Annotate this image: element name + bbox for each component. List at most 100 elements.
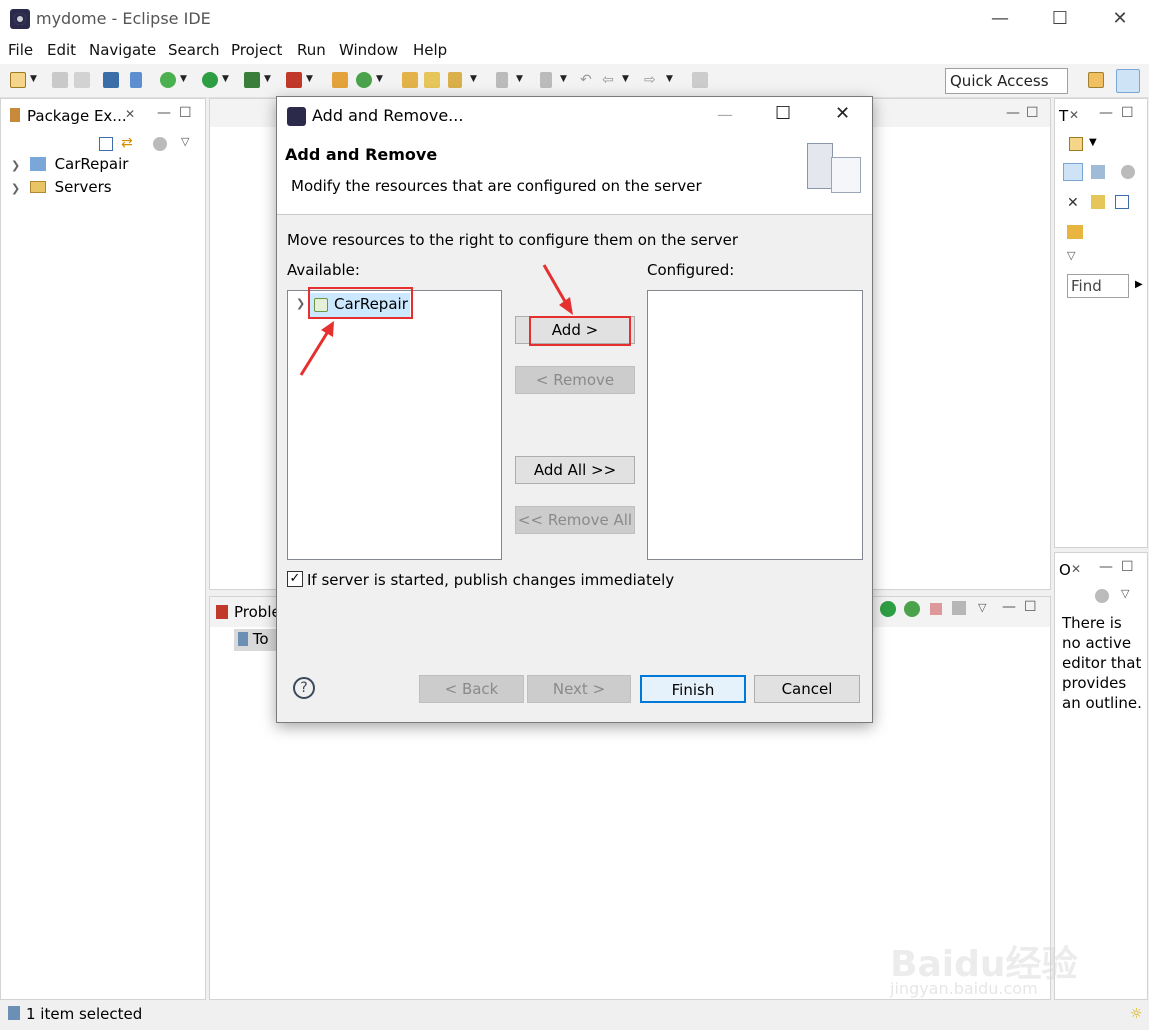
collapse-icon[interactable]: ✕ [1067, 195, 1079, 211]
run-icon[interactable] [202, 72, 218, 88]
arrow-line [542, 264, 569, 306]
maximize-view-icon[interactable]: ☐ [1026, 105, 1039, 121]
tree-item-servers[interactable]: ❯ Servers [11, 178, 112, 200]
menu-edit[interactable]: Edit [47, 41, 76, 59]
debug-icon[interactable] [160, 72, 176, 88]
new-class-icon[interactable] [356, 72, 372, 88]
minimize-view-icon[interactable]: — [1099, 559, 1113, 575]
last-edit-icon[interactable]: ↶ [580, 72, 596, 88]
collapse-all-icon[interactable] [99, 137, 113, 151]
view-menu-icon[interactable]: ▽ [978, 601, 986, 614]
minimize-view-icon[interactable]: — [1099, 105, 1113, 121]
find-menu-icon[interactable]: ▶ [1135, 279, 1143, 290]
close-button[interactable]: ✕ [1100, 4, 1140, 34]
debug-server-icon[interactable] [904, 601, 920, 617]
connect-mylyn-icon[interactable] [1067, 225, 1083, 239]
quick-access-input[interactable]: Quick Access [945, 68, 1068, 94]
new-icon[interactable] [10, 72, 26, 88]
stop-server-icon[interactable] [930, 603, 942, 615]
back-button[interactable]: < Back [419, 675, 524, 703]
filter-icon[interactable] [1121, 165, 1135, 179]
publish-checkbox[interactable]: ✓ [287, 571, 303, 587]
dropdown-arrow-icon[interactable]: ▼ [180, 74, 187, 84]
start-server-icon[interactable] [880, 601, 896, 617]
lightbulb-icon[interactable]: ☼ [1130, 1006, 1143, 1022]
maximize-view-icon[interactable]: ☐ [1121, 559, 1134, 575]
menu-help[interactable]: Help [413, 41, 447, 59]
maximize-view-icon[interactable]: ☐ [1024, 599, 1037, 615]
menu-window[interactable]: Window [339, 41, 398, 59]
dropdown-arrow-icon[interactable]: ▼ [622, 74, 629, 84]
java-ee-perspective-icon[interactable] [1116, 69, 1140, 93]
save-all-icon[interactable] [74, 72, 90, 88]
dropdown-arrow-icon[interactable]: ▼ [222, 74, 229, 84]
collapse-all-icon[interactable] [1115, 195, 1129, 209]
package-explorer-tab[interactable]: Package Ex... [27, 107, 127, 125]
cancel-button[interactable]: Cancel [754, 675, 860, 703]
dropdown-arrow-icon[interactable]: ▼ [666, 74, 673, 84]
categorized-icon[interactable] [1063, 163, 1083, 181]
task-list-tab[interactable]: T [1059, 107, 1068, 125]
scheduled-icon[interactable] [1091, 165, 1105, 179]
dropdown-arrow-icon[interactable]: ▼ [1089, 137, 1097, 148]
menu-search[interactable]: Search [168, 41, 220, 59]
add-all-button[interactable]: Add All >> [515, 456, 635, 484]
close-tab-icon[interactable]: ✕ [1069, 108, 1079, 122]
close-tab-icon[interactable]: ✕ [1071, 562, 1081, 576]
pin-icon[interactable] [130, 72, 142, 88]
minimize-view-icon[interactable]: — [1006, 105, 1020, 121]
expand-icon[interactable]: ❯ [11, 182, 25, 195]
dropdown-arrow-icon[interactable]: ▼ [516, 74, 523, 84]
remove-all-button[interactable]: << Remove All [515, 506, 635, 534]
tree-item-carrepair[interactable]: ❯ CarRepair [11, 155, 128, 177]
dropdown-arrow-icon[interactable]: ▼ [306, 74, 313, 84]
show-tasks-icon[interactable] [1091, 195, 1105, 209]
next-button[interactable]: Next > [527, 675, 631, 703]
forward-icon[interactable]: ⇨ [644, 72, 660, 88]
finish-button[interactable]: Finish [640, 675, 746, 703]
minimize-view-icon[interactable]: — [157, 105, 171, 121]
maximize-button[interactable]: ☐ [1040, 4, 1080, 34]
view-menu-icon[interactable]: ▽ [1121, 587, 1129, 600]
problems-tab[interactable]: Proble [234, 603, 281, 621]
view-menu-icon[interactable]: ▽ [181, 135, 189, 148]
publish-icon[interactable] [952, 601, 966, 615]
maximize-view-icon[interactable]: ☐ [179, 105, 192, 121]
menu-project[interactable]: Project [231, 41, 282, 59]
dropdown-arrow-icon[interactable]: ▼ [560, 74, 567, 84]
link-editor-icon[interactable]: ⇄ [121, 135, 133, 151]
menu-file[interactable]: File [8, 41, 33, 59]
dropdown-arrow-icon[interactable]: ▼ [264, 74, 271, 84]
coverage-icon[interactable] [244, 72, 260, 88]
menu-run[interactable]: Run [297, 41, 326, 59]
external-tools-icon[interactable] [286, 72, 302, 88]
dropdown-arrow-icon[interactable]: ▼ [376, 74, 383, 84]
outline-tab[interactable]: O [1059, 561, 1071, 579]
view-menu-icon[interactable]: ▽ [1067, 249, 1075, 262]
task-find-input[interactable]: Find [1067, 274, 1129, 298]
open-type-icon[interactable] [402, 72, 418, 88]
open-folder-icon[interactable] [424, 72, 440, 88]
prev-annotation-icon[interactable] [540, 72, 552, 88]
minimize-button[interactable]: — [980, 4, 1020, 34]
dropdown-arrow-icon[interactable]: ▼ [470, 74, 477, 84]
filter-icon[interactable] [1095, 589, 1109, 603]
new-task-icon[interactable] [1069, 137, 1083, 151]
menu-navigate[interactable]: Navigate [89, 41, 156, 59]
minimize-view-icon[interactable]: — [1002, 599, 1016, 615]
expand-icon[interactable]: ❯ [11, 159, 25, 172]
next-annotation-icon[interactable] [496, 72, 508, 88]
open-perspective-icon[interactable] [1088, 72, 1104, 88]
pin-editor-icon[interactable] [692, 72, 708, 88]
close-tab-icon[interactable]: ✕ [125, 107, 135, 121]
back-icon[interactable]: ⇦ [602, 72, 618, 88]
filter-icon[interactable] [153, 137, 167, 151]
maximize-view-icon[interactable]: ☐ [1121, 105, 1134, 121]
new-package-icon[interactable] [332, 72, 348, 88]
search-tool-icon[interactable] [448, 72, 462, 88]
terminal-icon[interactable] [103, 72, 119, 88]
save-icon[interactable] [52, 72, 68, 88]
help-icon[interactable]: ? [293, 677, 315, 699]
watermark-url: jingyan.baidu.com [890, 979, 1038, 998]
dropdown-arrow-icon[interactable]: ▼ [30, 74, 37, 84]
